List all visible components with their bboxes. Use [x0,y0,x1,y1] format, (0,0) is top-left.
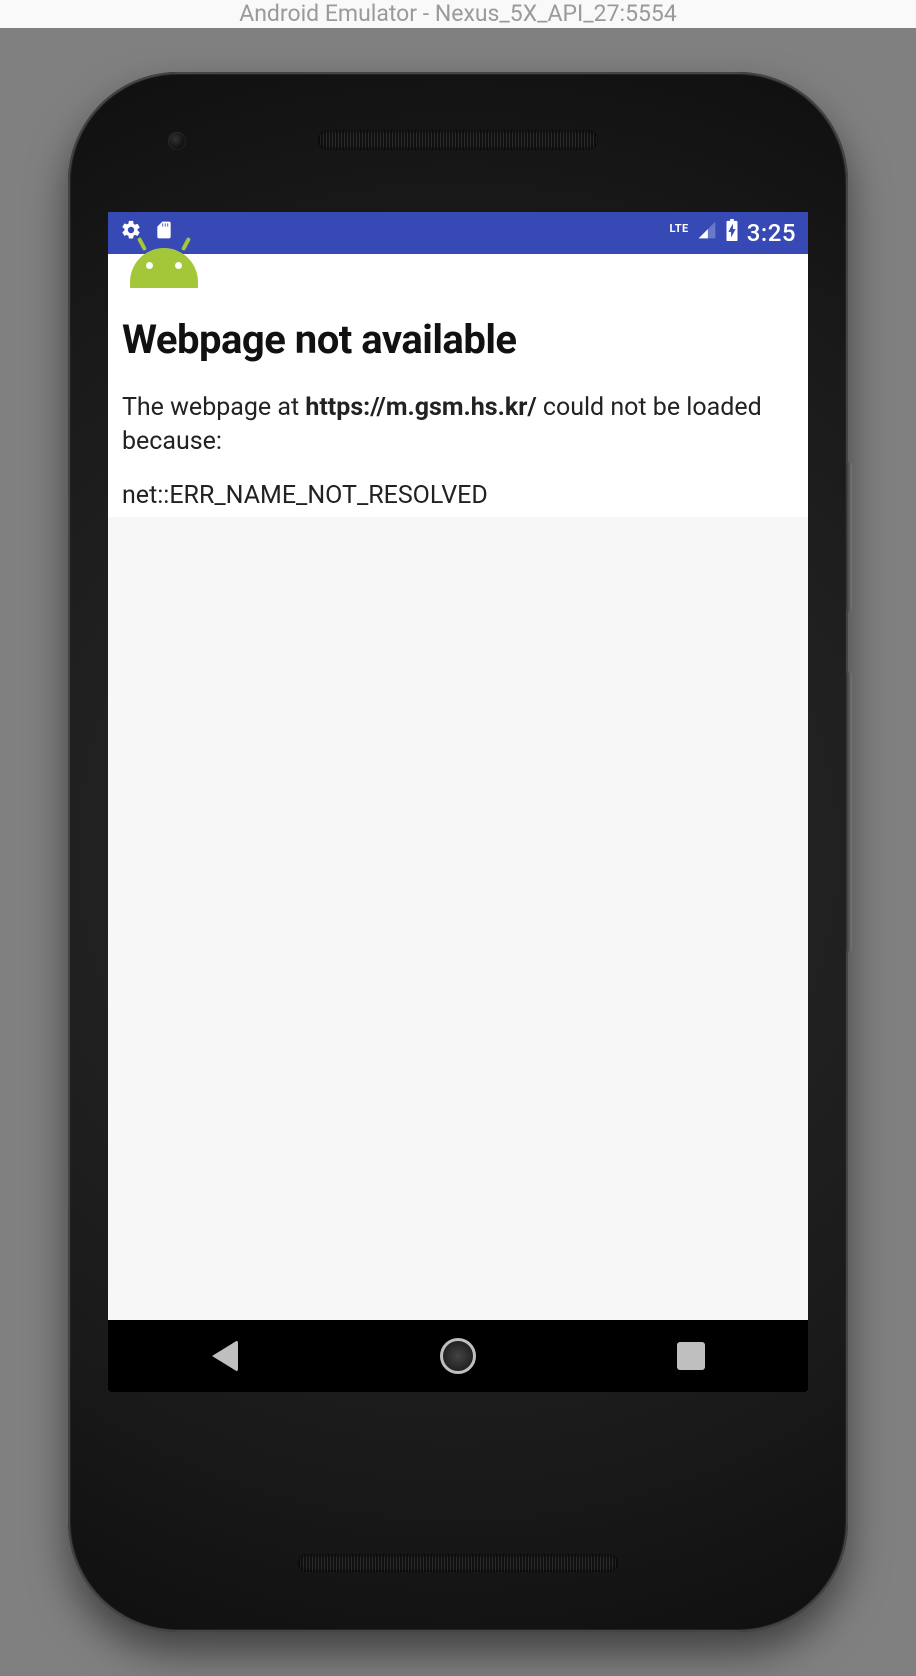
nav-back-button[interactable] [165,1326,285,1386]
battery-charging-icon [725,219,739,247]
nav-home-button[interactable] [398,1326,518,1386]
status-bar-clock: 3:25 [747,219,796,247]
bottom-speaker [298,1554,618,1572]
android-status-bar[interactable]: LTE 3:25 [108,212,808,254]
home-circle-icon [440,1338,476,1374]
device-screen: LTE 3:25 Webpage not available [108,212,808,1392]
phone-frame: LTE 3:25 Webpage not available [68,72,848,1632]
cellular-signal-icon [697,220,717,246]
emulator-background: LTE 3:25 Webpage not available [0,28,916,1676]
error-title: Webpage not available [122,316,794,363]
empty-content-area [108,517,808,1320]
front-camera [168,132,186,150]
status-bar-left [120,219,174,247]
status-bar-right: LTE 3:25 [670,219,796,247]
network-type-label: LTE [670,222,689,235]
android-navigation-bar [108,1320,808,1392]
recents-square-icon [677,1342,705,1370]
android-error-icon [108,254,808,294]
emulator-window-title: Android Emulator - Nexus_5X_API_27:5554 [0,0,916,28]
error-message: The webpage at https://m.gsm.hs.kr/ coul… [122,391,794,459]
error-url: https://m.gsm.hs.kr/ [305,393,536,422]
nav-recents-button[interactable] [631,1326,751,1386]
earpiece-speaker [318,130,598,150]
side-button-top [846,462,852,612]
webview-error-content: Webpage not available The webpage at htt… [108,294,808,538]
side-button-bottom [846,672,852,952]
error-code: net::ERR_NAME_NOT_RESOLVED [122,481,794,510]
error-message-prefix: The webpage at [122,393,305,422]
back-triangle-icon [212,1340,238,1372]
sd-card-icon [154,219,174,247]
